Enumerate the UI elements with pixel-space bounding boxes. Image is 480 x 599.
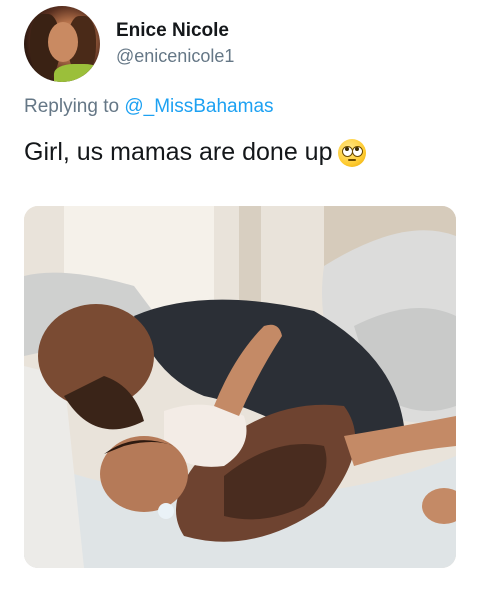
display-name[interactable]: Enice Nicole — [116, 20, 229, 42]
avatar[interactable] — [24, 6, 100, 82]
photo-baby-head — [100, 436, 188, 512]
emoji-eye-right — [352, 145, 364, 157]
photo-baby-pacifier — [158, 503, 174, 519]
tweet-photo[interactable] — [24, 206, 456, 568]
photo-illustration — [24, 206, 456, 568]
emoji-mouth — [348, 158, 357, 161]
photo-window-frame — [239, 206, 261, 316]
tweet-text: Girl, us mamas are done up — [24, 138, 367, 167]
reply-mention-link[interactable]: @_MissBahamas — [124, 96, 273, 117]
tweet-body: Girl, us mamas are done up — [24, 138, 333, 166]
tweet-card: Enice Nicole @enicenicole1 Replying to @… — [0, 0, 480, 599]
replying-to-label: Replying to — [24, 96, 125, 117]
avatar-face — [48, 22, 78, 62]
avatar-shirt — [54, 64, 100, 82]
replying-to-line: Replying to @_MissBahamas — [24, 96, 274, 118]
rolling-eyes-emoji-icon — [338, 138, 367, 167]
user-handle[interactable]: @enicenicole1 — [116, 46, 234, 67]
